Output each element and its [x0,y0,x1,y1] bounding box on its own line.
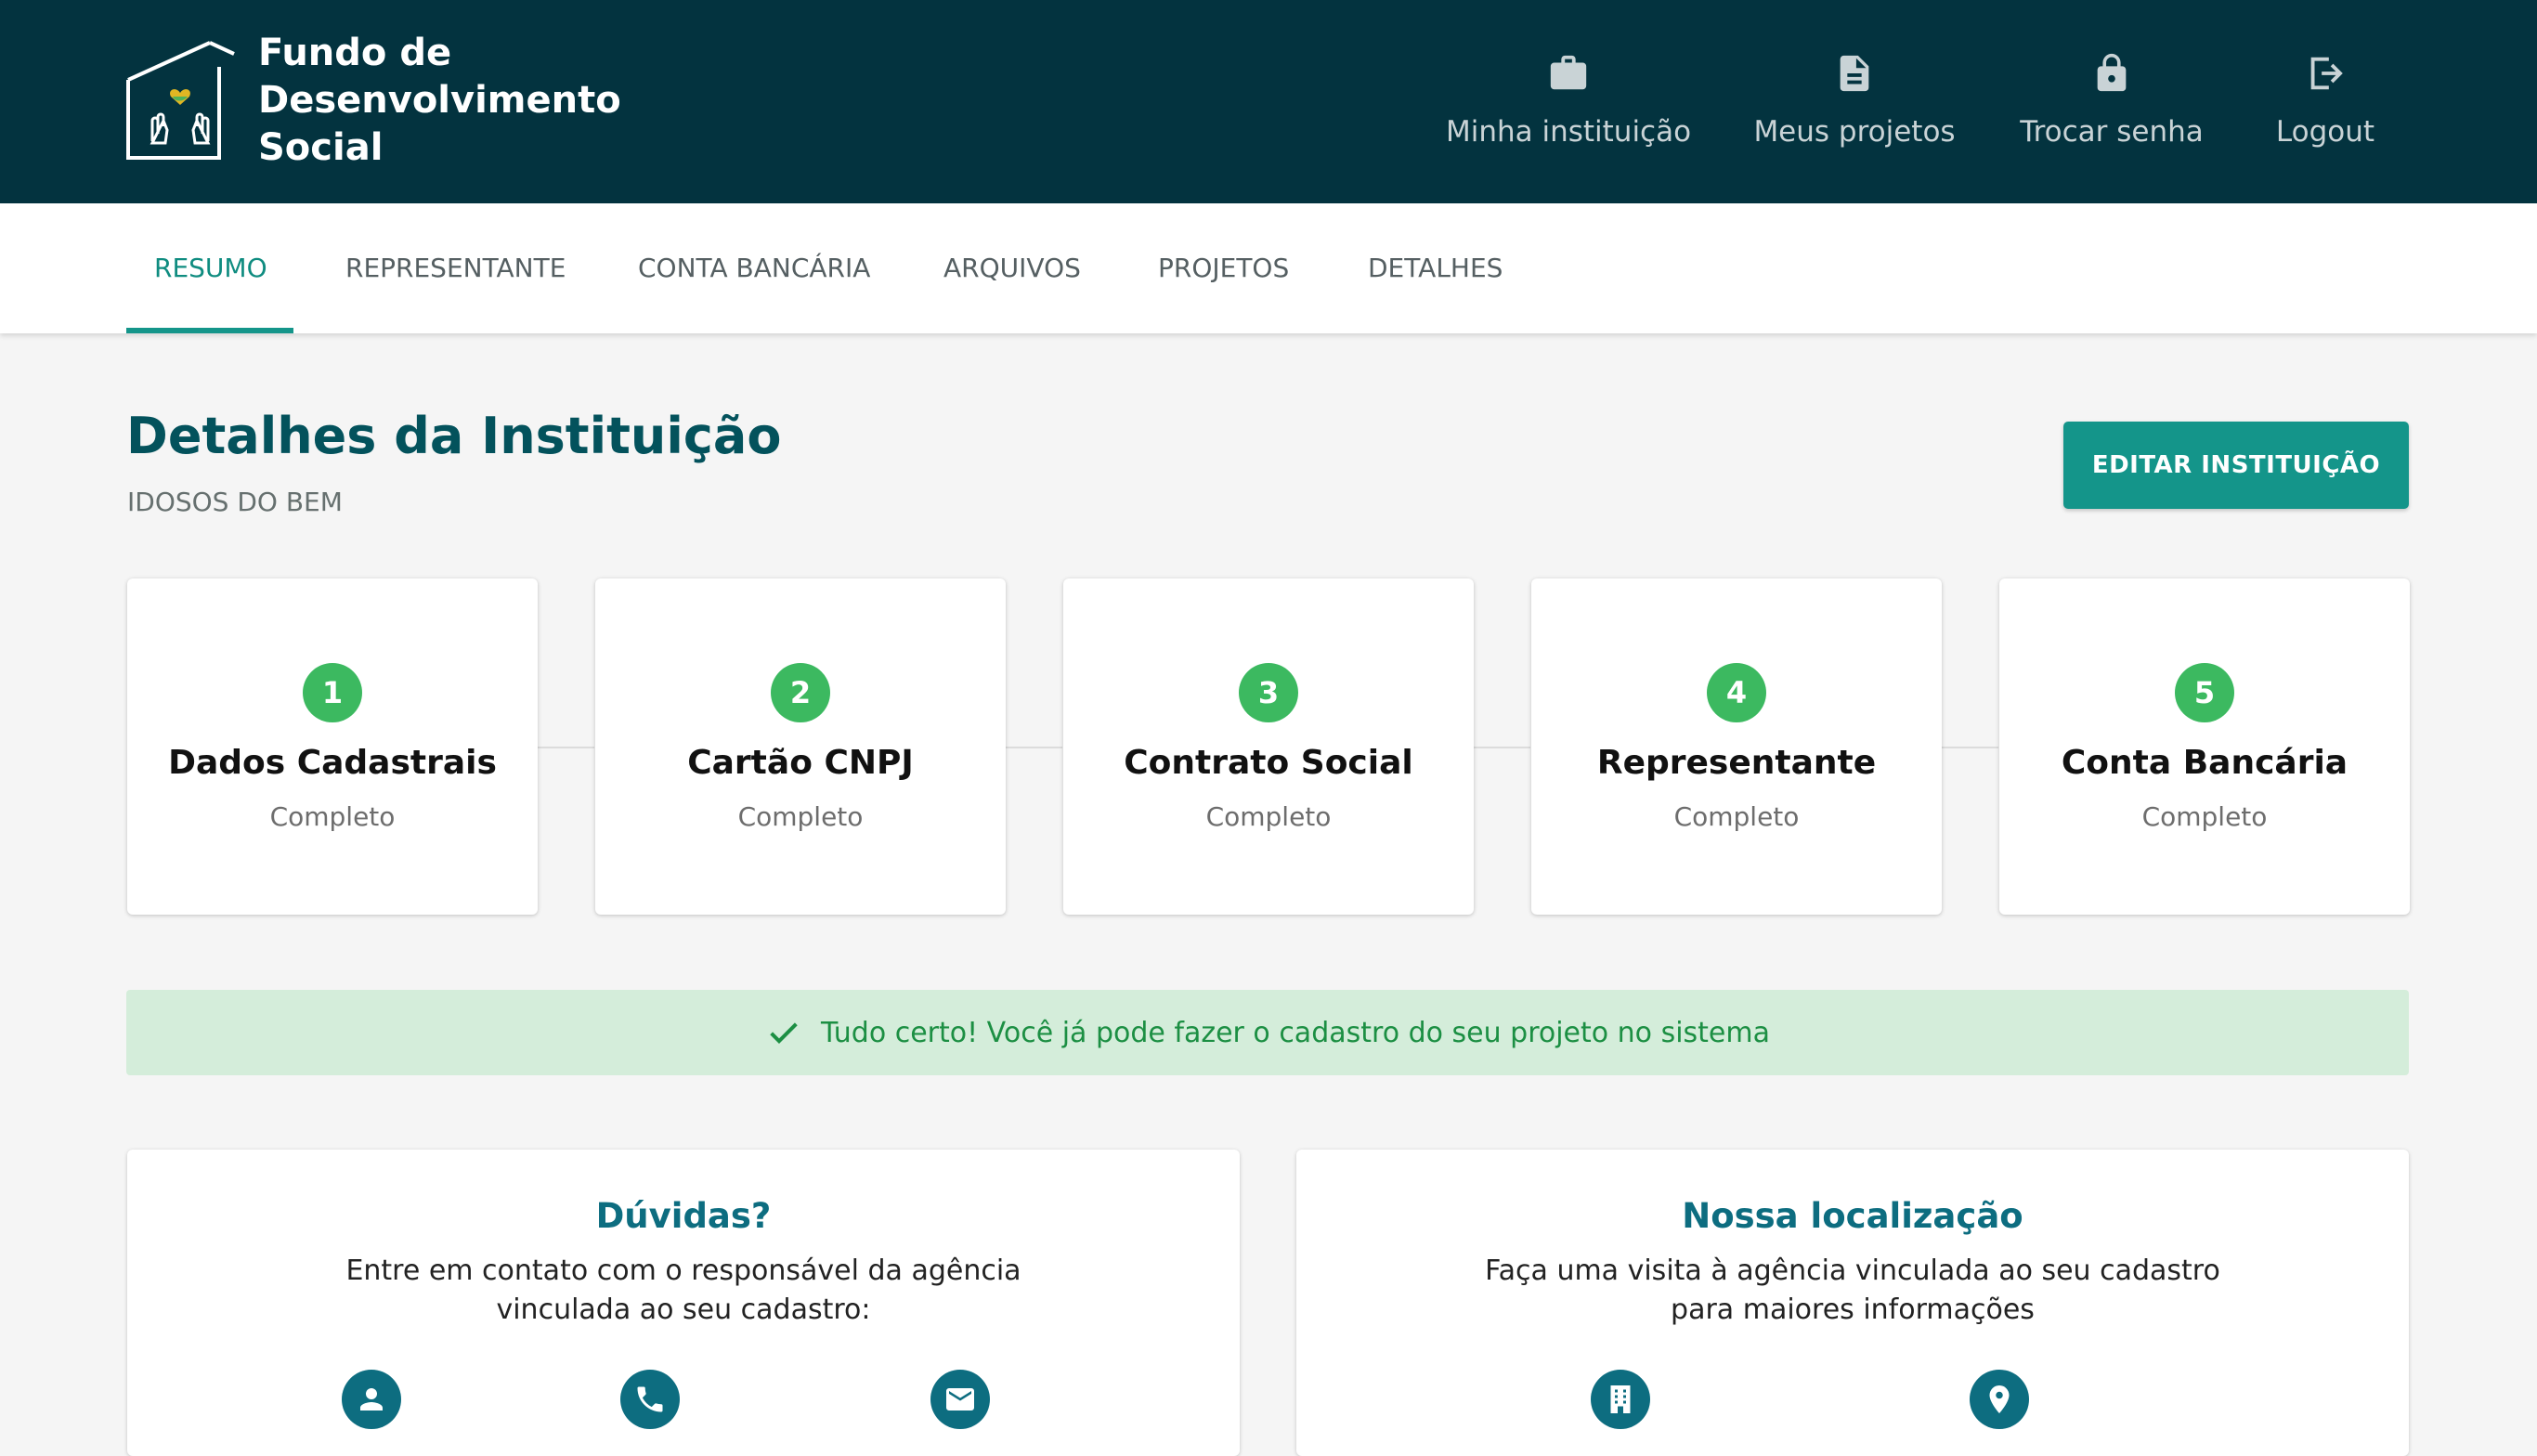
nav-logout[interactable]: Logout [2270,52,2381,163]
step-card-conta-bancaria[interactable]: 5 Conta Bancária Completo [1999,578,2410,915]
card-text-line: Entre em contato com o responsável da ag… [345,1254,1021,1287]
step-number-badge: 4 [1707,663,1766,722]
step-number-badge: 3 [1239,663,1298,722]
nav-meus-projetos[interactable]: Meus projetos [1753,52,1956,163]
check-icon [770,1022,798,1044]
nav-minha-instituicao[interactable]: Minha instituição [1446,52,1691,163]
card-text-line: vinculada ao seu cadastro: [496,1294,871,1326]
step-title: Conta Bancária [2061,744,2348,782]
active-tab-indicator [126,328,293,333]
step-status: Completo [2141,801,2268,832]
step-card-contrato-social[interactable]: 3 Contrato Social Completo [1063,578,1474,915]
logout-icon [2310,57,2343,90]
step-card-dados-cadastrais[interactable]: 1 Dados Cadastrais Completo [127,578,538,915]
document-icon [1840,55,1869,92]
brand-line: Social [258,126,384,169]
tab-representante[interactable]: REPRESENTANTE [345,203,566,333]
tab-resumo[interactable]: RESUMO [154,203,267,333]
tab-conta-bancaria[interactable]: CONTA BANCÁRIA [638,203,870,333]
step-title: Contrato Social [1124,744,1413,782]
contact-person-button[interactable] [342,1370,401,1429]
lock-icon [2097,53,2127,92]
location-pin-icon [1989,1385,2010,1413]
nav-label: Logout [2275,115,2375,149]
alert-message: Tudo certo! Você já pode fazer o cadastr… [821,1016,1770,1049]
step-number-badge: 1 [303,663,362,722]
agency-building-button[interactable] [1591,1370,1650,1429]
nav-trocar-senha[interactable]: Trocar senha [2020,52,2204,163]
step-card-representante[interactable]: 4 Representante Completo [1531,578,1942,915]
step-number-badge: 2 [771,663,830,722]
tab-detalhes[interactable]: DETALHES [1368,203,1503,333]
brand-line: Fundo de [258,32,452,74]
card-text: Faça uma visita à agência vinculada ao s… [1296,1252,2409,1330]
nav-label: Meus projetos [1753,115,1956,149]
email-icon [946,1388,974,1410]
step-status: Completo [1673,801,1800,832]
doubts-card: Dúvidas? Entre em contato com o responsá… [127,1150,1240,1456]
person-icon [360,1388,383,1410]
step-title: Dados Cadastrais [168,744,497,782]
page-title: Detalhes da Instituição [126,407,782,465]
tab-arquivos[interactable]: ARQUIVOS [943,203,1081,333]
step-title: Representante [1596,744,1877,782]
tab-bar: RESUMO REPRESENTANTE CONTA BANCÁRIA ARQU… [0,203,2537,333]
step-connector [1005,747,1062,748]
step-status: Completo [269,801,396,832]
success-alert: Tudo certo! Você já pode fazer o cadastr… [126,990,2409,1075]
card-title: Nossa localização [1682,1196,2023,1236]
step-card-cartao-cnpj[interactable]: 2 Cartão CNPJ Completo [595,578,1006,915]
briefcase-icon [1550,55,1587,90]
brand-line: Desenvolvimento [258,79,621,122]
edit-institution-button[interactable]: EDITAR INSTITUIÇÃO [2063,422,2409,509]
app-header: Fundo de Desenvolvimento Social Minha in… [0,0,2537,203]
contact-phone-button[interactable] [620,1370,680,1429]
contact-email-button[interactable] [930,1370,990,1429]
step-connector [537,747,594,748]
tab-projetos[interactable]: PROJETOS [1158,203,1289,333]
step-status: Completo [737,801,864,832]
step-title: Cartão CNPJ [687,744,914,782]
card-text-line: para maiores informações [1671,1294,2035,1326]
agency-location-button[interactable] [1970,1370,2029,1429]
step-connector [1473,747,1530,748]
brand-title: Fundo de Desenvolvimento Social [258,30,621,172]
location-card: Nossa localização Faça uma visita à agên… [1296,1150,2409,1456]
building-icon [1610,1385,1631,1413]
card-text: Entre em contato com o responsável da ag… [127,1252,1240,1330]
nav-label: Trocar senha [2020,115,2204,149]
institution-name: IDOSOS DO BEM [127,487,343,517]
nav-label: Minha instituição [1445,115,1692,149]
step-connector [1941,747,1998,748]
card-text-line: Faça uma visita à agência vinculada ao s… [1485,1254,2220,1287]
step-status: Completo [1205,801,1332,832]
phone-icon [637,1386,663,1412]
card-title: Dúvidas? [595,1196,772,1236]
fund-logo-icon [126,41,235,160]
step-number-badge: 5 [2175,663,2234,722]
